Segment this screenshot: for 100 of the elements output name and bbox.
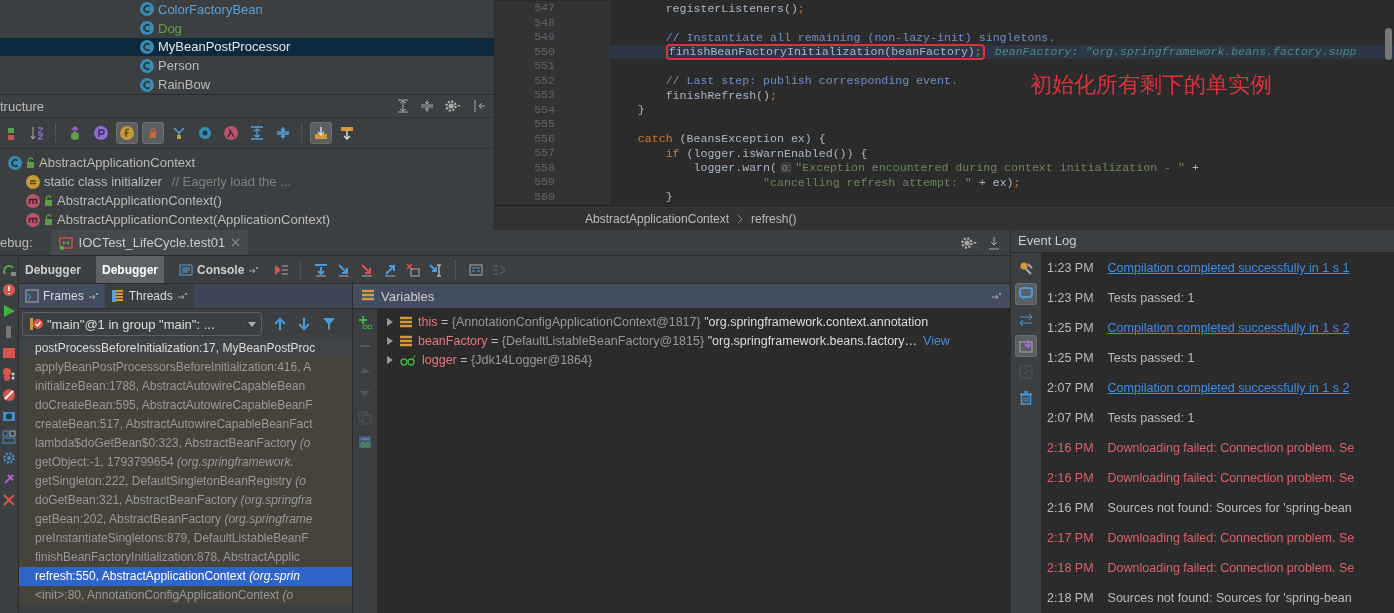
log-message: Sources not found: Sources for 'spring-bean: [1107, 501, 1352, 515]
evaluate-icon[interactable]: [469, 262, 484, 277]
code-line: // Last step: publish corresponding event.: [664, 74, 958, 88]
expand-all-icon[interactable]: [396, 99, 410, 113]
pin-icon[interactable]: [2, 472, 16, 486]
debugger-tab[interactable]: Console: [173, 256, 266, 283]
stack-frame[interactable]: lambda$doGetBean$0:323, AbstractBeanFactory (o: [19, 434, 352, 453]
settings-icon[interactable]: [960, 235, 978, 250]
run-to-cursor-icon[interactable]: [429, 262, 444, 277]
log-message: Tests passed: 1: [1107, 411, 1195, 425]
close-icon[interactable]: [231, 238, 241, 247]
close-icon[interactable]: [2, 493, 16, 507]
project-tree-item[interactable]: Person: [0, 56, 494, 76]
expand-arrow-icon[interactable]: [386, 354, 394, 365]
code-line: "cancelling refresh attempt: " + ex);: [762, 175, 1021, 189]
step-out-icon[interactable]: [383, 262, 398, 277]
pin-tab-icon[interactable]: [991, 292, 1002, 300]
debugger-tab[interactable]: Debugger: [19, 256, 87, 283]
thread-dropdown[interactable]: "main"@1 in group "main": ...: [22, 312, 262, 336]
code-line: if (logger.isWarnEnabled()) {: [664, 146, 868, 160]
stack-frame[interactable]: refresh:550, AbstractApplicationContext (org.sprin: [19, 567, 352, 586]
settings-icon[interactable]: [2, 451, 16, 465]
scrollbar-thumb[interactable]: [1385, 28, 1392, 60]
stack-frame[interactable]: applyBeanPostProcessorsBeforeInitialization:416, A: [19, 358, 352, 377]
panel-tab[interactable]: Threads: [104, 284, 194, 308]
project-tree-item[interactable]: MyBeanPostProcessor: [0, 37, 494, 57]
debugger-tab[interactable]: Debugger: [96, 256, 165, 283]
structure-item[interactable]: AbstractApplicationContext(ApplicationContext): [57, 212, 331, 227]
log-message: Downloading failed: Connection problem. Se: [1107, 561, 1355, 575]
stack-frame[interactable]: getObject:-1, 1793799654 (org.springframework.: [19, 453, 352, 472]
stack-frame[interactable]: postProcessBeforeInitialization:17, MyBeanPostProc: [19, 339, 352, 358]
run-config-icon: [58, 235, 73, 250]
autoscroll-toggle[interactable]: [310, 122, 332, 144]
collapse-all-icon[interactable]: [420, 99, 434, 113]
project-tree-item[interactable]: Dog: [0, 18, 494, 38]
log-time: 2:07 PM: [1047, 411, 1094, 425]
stack-frame[interactable]: getBean:202, AbstractBeanFactory (org.springframe: [19, 510, 352, 529]
stack-frame[interactable]: getSingleton:222, DefaultSingletonBeanRegistry (o: [19, 472, 352, 491]
stack-frame[interactable]: doCreateBean:595, AbstractAutowireCapableBeanF: [19, 396, 352, 415]
method-icon: [26, 212, 40, 227]
structure-item[interactable]: static class initializer: [44, 174, 162, 189]
code-comment: // Eagerly load the ...: [171, 174, 291, 189]
code-line: }: [636, 103, 645, 117]
stack-frame[interactable]: initializeBean:1788, AbstractAutowireCapableBean: [19, 377, 352, 396]
project-tree-item[interactable]: RainBow: [0, 75, 494, 94]
field-icon: [120, 126, 134, 140]
filter-icon[interactable]: [322, 317, 336, 331]
panel-tab[interactable]: Frames: [19, 284, 105, 308]
message-toggle[interactable]: [1015, 283, 1037, 305]
message-icon: [1019, 287, 1033, 301]
hide-panel-icon[interactable]: [472, 99, 486, 113]
settings-icon[interactable]: [444, 99, 462, 113]
lock-toggle[interactable]: [142, 122, 164, 144]
camera-icon[interactable]: [2, 409, 16, 423]
down-arrow-icon[interactable]: [298, 317, 310, 331]
console-icon: [179, 263, 194, 276]
error-icon[interactable]: [2, 283, 16, 297]
log-link[interactable]: Compilation completed successfully in 1 s 1: [1107, 261, 1350, 275]
log-message: Downloading failed: Connection problem. Se: [1107, 441, 1355, 455]
step-over-icon[interactable]: [314, 262, 329, 277]
structure-item[interactable]: AbstractApplicationContext: [39, 155, 196, 170]
hide-panel-icon[interactable]: [988, 235, 1000, 250]
expand-arrow-icon[interactable]: [386, 316, 394, 327]
step-into-icon[interactable]: [337, 262, 352, 277]
project-item-label: ColorFactoryBean: [158, 1, 263, 17]
stack-frame[interactable]: createBean:517, AbstractAutowireCapableBeanFact: [19, 415, 352, 434]
rerun-icon[interactable]: [2, 262, 16, 276]
drop-frame-icon[interactable]: [406, 262, 421, 277]
scroll-end-toggle[interactable]: [1015, 335, 1037, 357]
stop-icon[interactable]: [2, 346, 16, 360]
field-toggle[interactable]: [116, 122, 138, 144]
collapse-icon: [276, 126, 290, 140]
breadcrumb[interactable]: AbstractApplicationContext: [585, 212, 730, 226]
project-item-label: RainBow: [158, 77, 211, 93]
stack-frame[interactable]: preInstantiateSingletons:879, DefaultListableBeanF: [19, 529, 352, 548]
expand-arrow-icon[interactable]: [386, 335, 394, 346]
breakpoints-icon[interactable]: [2, 367, 16, 381]
stack-frame[interactable]: finishBeanFactoryInitialization:878, AbstractApplic: [19, 548, 352, 567]
up-arrow-icon[interactable]: [274, 317, 286, 331]
variable-value: logger = {Jdk14Logger@1864}: [422, 352, 593, 367]
new-watch-icon[interactable]: [358, 315, 372, 329]
session-tab[interactable]: IOCTest_LifeCycle.test01: [50, 230, 249, 255]
stack-frame[interactable]: doGetBean:321, AbstractBeanFactory (org.springfra: [19, 491, 352, 510]
log-time: 1:23 PM: [1047, 261, 1094, 275]
watches-icon[interactable]: [358, 435, 372, 449]
field-icon: [400, 315, 412, 328]
log-message: Tests passed: 1: [1107, 351, 1195, 365]
stack-frame[interactable]: <init>:80, AnnotationConfigApplicationContext (o: [19, 586, 352, 605]
view-link[interactable]: View: [923, 333, 950, 348]
structure-item[interactable]: AbstractApplicationContext(): [57, 193, 222, 208]
mute-breakpoints-icon[interactable]: [2, 388, 16, 402]
log-time: 1:25 PM: [1047, 351, 1094, 365]
layout-icon[interactable]: [2, 430, 16, 444]
show-execution-point-icon[interactable]: [274, 262, 289, 277]
breadcrumb[interactable]: refresh(): [751, 212, 797, 226]
project-tree-item[interactable]: ColorFactoryBean: [0, 0, 494, 19]
log-link[interactable]: Compilation completed successfully in 1 s 2: [1107, 381, 1350, 395]
force-step-into-icon[interactable]: [360, 262, 375, 277]
resume-icon[interactable]: [2, 304, 16, 318]
log-link[interactable]: Compilation completed successfully in 1 s 2: [1107, 321, 1350, 335]
